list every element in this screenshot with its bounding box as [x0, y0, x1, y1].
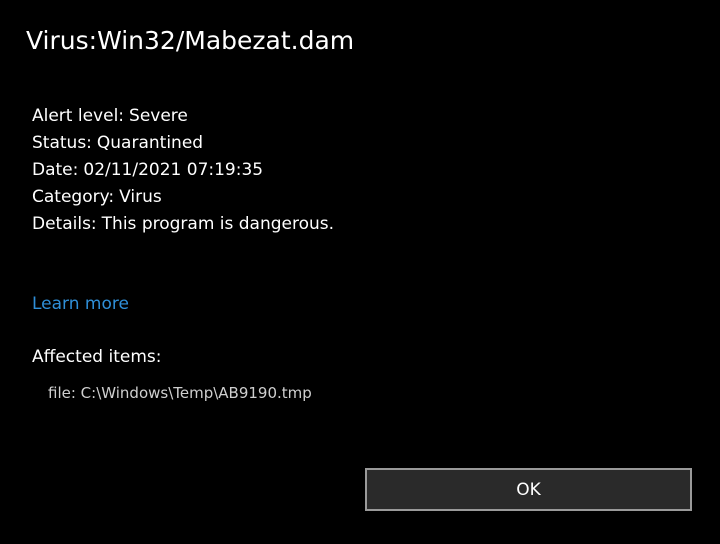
- category-label: Category:: [32, 187, 115, 207]
- learn-more-link[interactable]: Learn more: [32, 294, 129, 314]
- threat-details-list: Alert level: Severe Status: Quarantined Da…: [32, 103, 334, 238]
- ok-button[interactable]: OK: [365, 468, 692, 511]
- alert-level-value: Severe: [129, 106, 188, 126]
- threat-details-dialog: Virus:Win32/Mabezat.dam Alert level: Seve…: [0, 0, 720, 544]
- alert-level-label: Alert level:: [32, 106, 125, 126]
- date-value: 02/11/2021 07:19:35: [83, 160, 264, 180]
- alert-level-row: Alert level: Severe: [32, 103, 334, 130]
- details-row: Details: This program is dangerous.: [32, 211, 334, 238]
- category-row: Category: Virus: [32, 184, 334, 211]
- details-label: Details:: [32, 214, 97, 234]
- date-label: Date:: [32, 160, 79, 180]
- status-row: Status: Quarantined: [32, 130, 334, 157]
- threat-name-title: Virus:Win32/Mabezat.dam: [26, 26, 355, 55]
- details-value: This program is dangerous.: [101, 214, 335, 234]
- status-value: Quarantined: [96, 133, 204, 153]
- affected-items-heading: Affected items:: [32, 347, 162, 367]
- status-label: Status:: [32, 133, 92, 153]
- affected-item-file: file: C:\Windows\Temp\AB9190.tmp: [48, 384, 312, 402]
- category-value: Virus: [119, 187, 162, 207]
- date-row: Date: 02/11/2021 07:19:35: [32, 157, 334, 184]
